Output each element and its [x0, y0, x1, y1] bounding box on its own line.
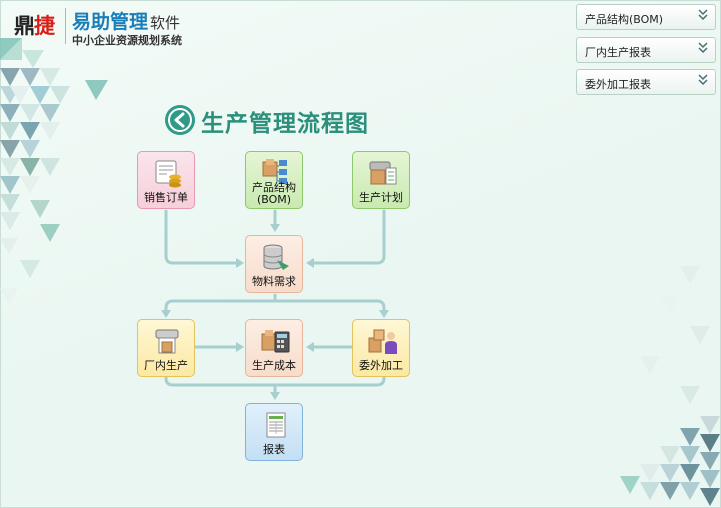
node-report[interactable]: 报表: [245, 403, 303, 461]
node-label: 物料需求: [252, 275, 296, 288]
in-house-production-icon: [155, 329, 179, 354]
node-label: 厂内生产: [144, 359, 188, 372]
material-requirement-icon: [263, 244, 289, 270]
node-bom[interactable]: 产品结构 (BOM): [245, 151, 303, 209]
node-production-plan[interactable]: 生产计划: [352, 151, 410, 209]
report-icon: [266, 412, 286, 438]
node-production-cost[interactable]: 生产成本: [245, 319, 303, 377]
sales-order-icon: [155, 160, 181, 188]
node-label: 报表: [263, 443, 285, 456]
production-plan-icon: [369, 161, 397, 185]
node-outsourcing[interactable]: 委外加工: [352, 319, 410, 377]
node-in-house-production[interactable]: 厂内生产: [137, 319, 195, 377]
node-label-line2: (BOM): [256, 193, 292, 206]
node-label: 销售订单: [144, 191, 188, 204]
node-material-requirement[interactable]: 物料需求: [245, 235, 303, 293]
node-sales-order[interactable]: 销售订单: [137, 151, 195, 209]
production-cost-icon: [261, 330, 290, 353]
flow-connectors: [161, 209, 389, 400]
node-label: 生产成本: [252, 359, 296, 372]
node-label: 生产计划: [359, 191, 403, 204]
node-label: 委外加工: [359, 359, 403, 372]
node-label: 产品结构 (BOM): [246, 182, 302, 206]
outsourcing-icon: [368, 329, 397, 354]
